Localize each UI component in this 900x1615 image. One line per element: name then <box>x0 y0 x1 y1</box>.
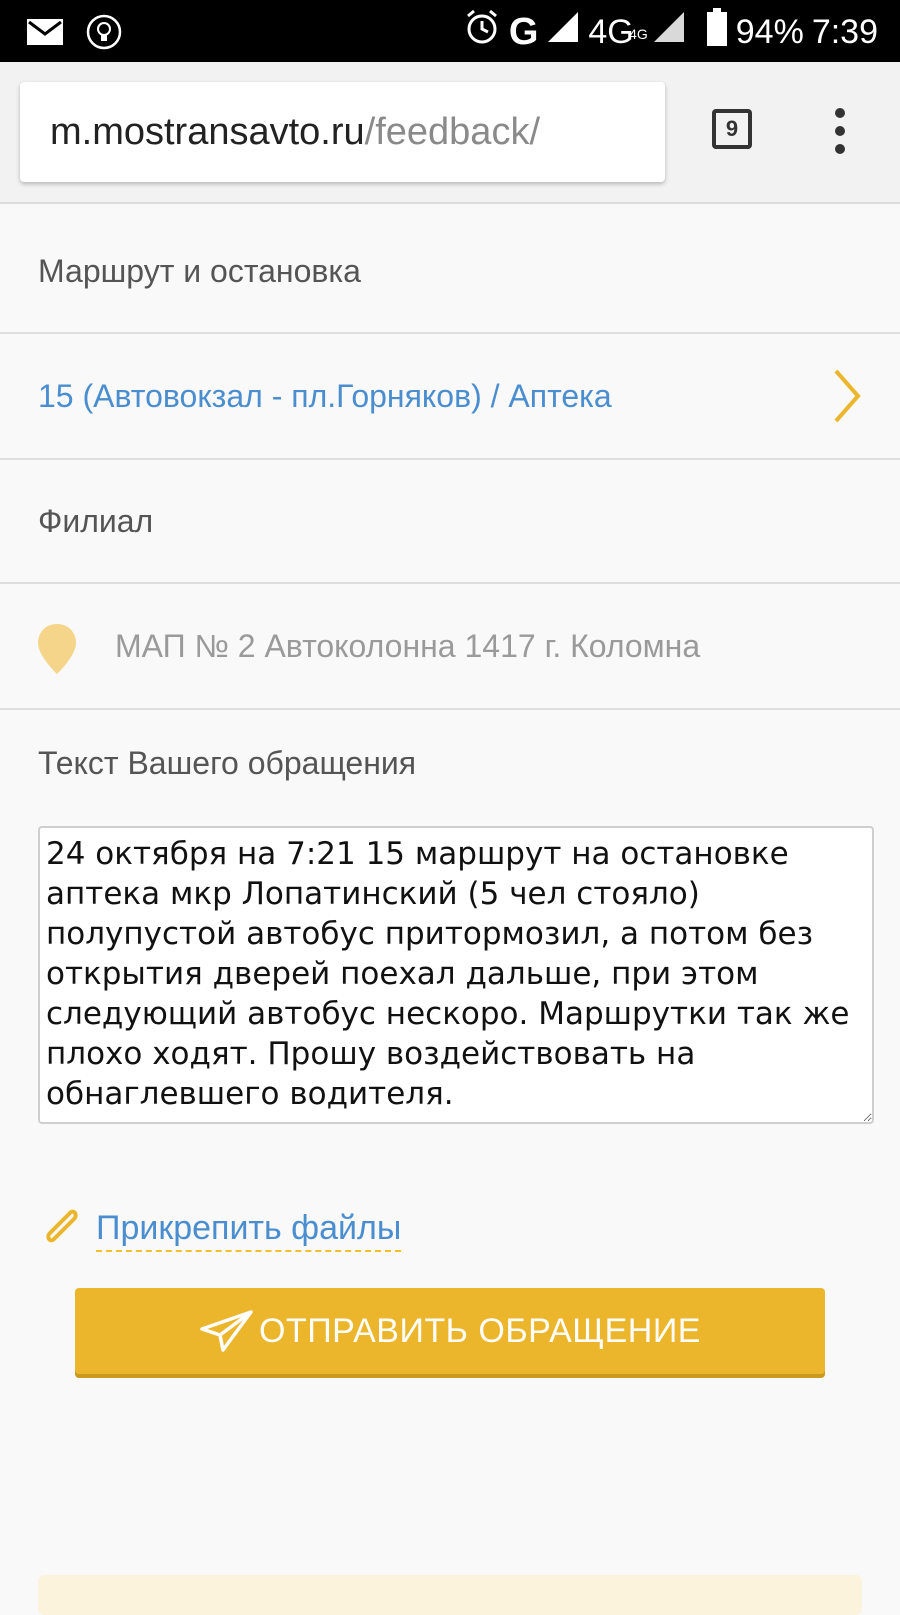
lightbulb-icon <box>86 14 122 55</box>
route-label: Маршрут и остановка <box>0 210 900 334</box>
info-panel <box>38 1575 862 1615</box>
alarm-icon <box>463 8 501 55</box>
mail-icon <box>26 17 64 52</box>
message-label: Текст Вашего обращения <box>38 745 417 781</box>
route-value: 15 (Автовокзал - пл.Горняков) / Аптека <box>38 377 612 414</box>
attach-files-link[interactable]: Прикрепить файлы <box>38 1205 402 1256</box>
branch-label: Филиал <box>0 460 900 584</box>
message-textarea[interactable]: 24 октября на 7:21 15 маршрут на останов… <box>38 826 874 1124</box>
branch-field[interactable]: МАП № 2 Автоколонна 1417 г. Коломна <box>0 584 900 710</box>
more-vert-icon-dot <box>835 126 845 136</box>
tab-count: 9 <box>725 116 739 141</box>
network-4g-label: 4G 4G <box>588 9 647 55</box>
address-bar[interactable]: m.mostransavto.ru/feedback/ <box>20 82 665 182</box>
network-4g-small-label: 4G <box>629 25 648 42</box>
more-vert-icon-dot <box>835 144 845 154</box>
paperclip-icon <box>38 1205 84 1256</box>
more-vert-icon <box>835 108 845 118</box>
route-selector[interactable]: 15 (Автовокзал - пл.Горняков) / Аптека <box>0 334 900 460</box>
url-path: /feedback/ <box>364 110 540 153</box>
branch-value: МАП № 2 Автоколонна 1417 г. Коломна <box>115 627 701 664</box>
status-bar: G 4G 4G 94% 7:39 <box>0 0 900 62</box>
submit-button[interactable]: ОТПРАВИТЬ ОБРАЩЕНИЕ <box>75 1288 825 1374</box>
network-g-label: G <box>508 10 539 53</box>
browser-menu-button[interactable] <box>830 108 850 154</box>
map-pin-icon <box>36 622 78 684</box>
signal-icon-secondary <box>652 10 686 53</box>
battery-icon <box>706 8 728 55</box>
clock: 7:39 <box>811 12 878 51</box>
signal-icon <box>546 10 580 53</box>
url-host: m.mostransavto.ru <box>50 110 365 153</box>
submit-label: ОТПРАВИТЬ ОБРАЩЕНИЕ <box>259 1311 701 1350</box>
battery-level: 94% <box>735 12 804 51</box>
browser-toolbar: m.mostransavto.ru/feedback/ 9 <box>0 62 900 204</box>
send-icon <box>200 1310 253 1352</box>
tab-switcher-button[interactable]: 9 <box>712 109 752 149</box>
chevron-right-icon <box>832 367 862 433</box>
attach-files-label: Прикрепить файлы <box>96 1209 402 1252</box>
